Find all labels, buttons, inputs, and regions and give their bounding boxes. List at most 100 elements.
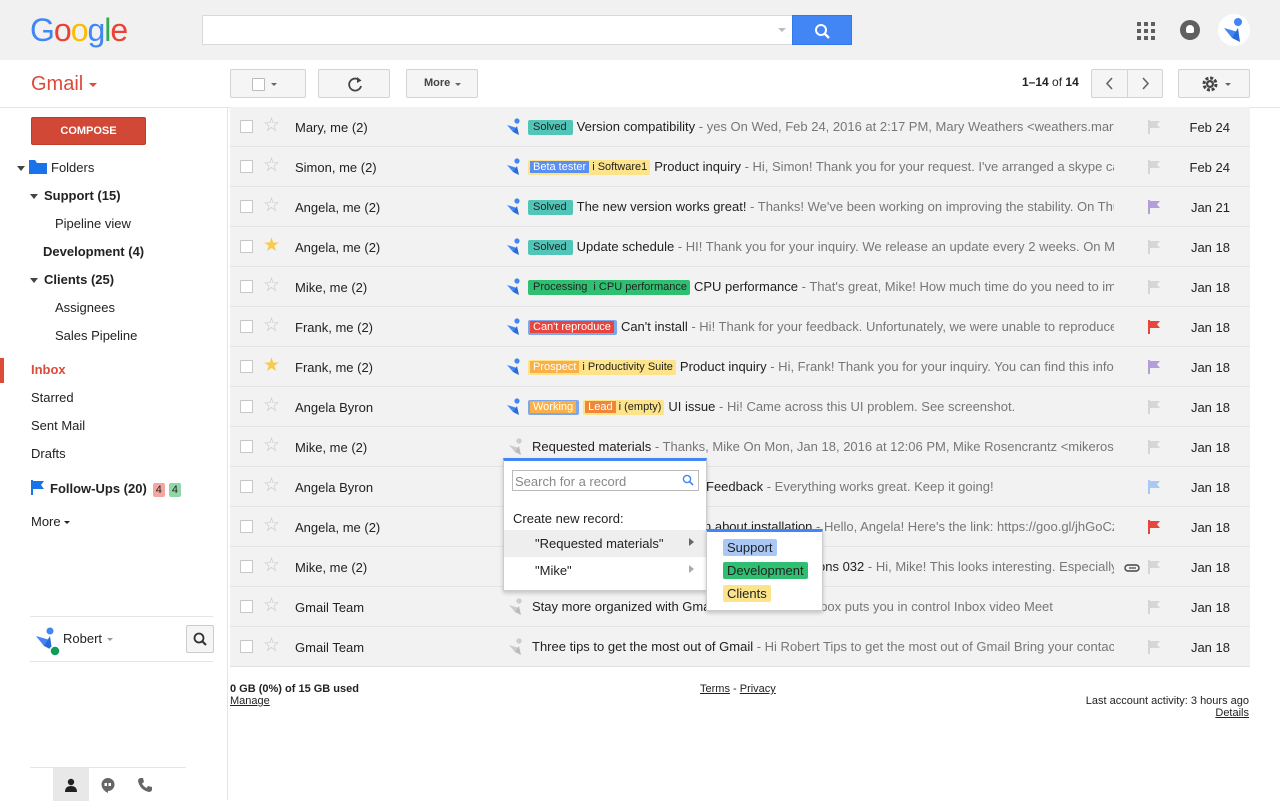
star-icon[interactable]: ☆ xyxy=(263,596,280,616)
table-row[interactable]: ☆ Angela, me (2) Solved The new version wor… xyxy=(230,187,1250,227)
sidebar-item-drafts[interactable]: Drafts xyxy=(31,446,66,461)
flag-icon[interactable] xyxy=(1148,160,1160,174)
user-menu[interactable]: Robert xyxy=(63,631,114,646)
row-checkbox[interactable] xyxy=(240,560,253,573)
flag-icon[interactable] xyxy=(1148,360,1160,374)
row-checkbox[interactable] xyxy=(240,640,253,653)
streak-app-icon[interactable] xyxy=(506,318,522,336)
sidebar-item-follow-ups[interactable]: Follow-Ups (20) 4 4 xyxy=(31,480,182,497)
privacy-link[interactable]: Privacy xyxy=(740,683,776,695)
table-row[interactable]: ☆ Gmail Team Three tips to get the most ou… xyxy=(230,627,1250,667)
flag-icon[interactable] xyxy=(1148,240,1160,254)
gmail-menu[interactable]: Gmail xyxy=(31,73,98,96)
apps-icon[interactable] xyxy=(1137,22,1155,40)
row-checkbox[interactable] xyxy=(240,280,253,293)
compose-button[interactable]: COMPOSE xyxy=(31,117,146,145)
table-row[interactable]: ☆ Simon, me (2) Beta tester i Software1 Prod… xyxy=(230,147,1250,187)
flag-icon[interactable] xyxy=(1148,200,1160,214)
manage-storage-link[interactable]: Manage xyxy=(230,695,270,707)
row-checkbox[interactable] xyxy=(240,320,253,333)
create-record-requested-materials[interactable]: "Requested materials" xyxy=(504,530,706,557)
google-logo[interactable]: Google xyxy=(30,12,128,49)
terms-link[interactable]: Terms xyxy=(700,683,730,695)
row-checkbox[interactable] xyxy=(240,120,253,133)
star-icon[interactable]: ☆ xyxy=(263,396,280,416)
row-checkbox[interactable] xyxy=(240,160,253,173)
flag-icon[interactable] xyxy=(1148,120,1160,134)
refresh-button[interactable] xyxy=(318,69,390,98)
streak-app-icon[interactable] xyxy=(508,598,524,616)
streak-app-icon[interactable] xyxy=(506,398,522,416)
streak-app-icon[interactable] xyxy=(506,358,522,376)
hangouts-tab[interactable] xyxy=(90,768,126,801)
pipeline-label[interactable]: Beta tester i Software1 xyxy=(528,160,651,175)
row-checkbox[interactable] xyxy=(240,480,253,493)
flag-icon[interactable] xyxy=(1148,520,1160,534)
pipeline-label[interactable]: Can't reproduce xyxy=(528,320,617,335)
row-checkbox[interactable] xyxy=(240,600,253,613)
flag-icon[interactable] xyxy=(1148,320,1160,334)
star-icon[interactable]: ☆ xyxy=(263,276,280,296)
search-button[interactable] xyxy=(792,15,852,45)
sidebar-item-assignees[interactable]: Assignees xyxy=(55,300,115,315)
star-icon[interactable]: ☆ xyxy=(263,116,280,136)
row-checkbox[interactable] xyxy=(240,200,253,213)
table-row[interactable]: ☆ Frank, me (2) Can't reproduce Can't insta… xyxy=(230,307,1250,347)
star-icon[interactable]: ☆ xyxy=(263,316,280,336)
pipeline-label[interactable]: Processing i CPU performance xyxy=(528,280,690,295)
star-icon[interactable]: ☆ xyxy=(263,196,280,216)
pipeline-label[interactable]: Solved xyxy=(528,200,573,215)
newer-button[interactable] xyxy=(1092,70,1128,97)
sidebar-item-development[interactable]: Development (4) xyxy=(43,244,144,259)
table-row[interactable]: ☆ Angela Byron Feedback - Everything works… xyxy=(230,467,1250,507)
row-checkbox[interactable] xyxy=(240,440,253,453)
star-icon[interactable]: ★ xyxy=(263,356,280,376)
pipeline-label[interactable]: Solved xyxy=(528,240,573,255)
submenu-option-clients[interactable]: Clients xyxy=(723,585,771,602)
pipeline-label[interactable]: Prospect i Productivity Suite xyxy=(528,360,676,375)
star-icon[interactable]: ☆ xyxy=(263,636,280,656)
sidebar-item-sales-pipeline[interactable]: Sales Pipeline xyxy=(55,328,137,343)
table-row[interactable]: ☆ Mike, me (2) Requested materials - Thank… xyxy=(230,427,1250,467)
sidebar-more[interactable]: More xyxy=(31,514,70,529)
user-avatar[interactable] xyxy=(33,626,61,657)
star-icon[interactable]: ☆ xyxy=(263,516,280,536)
create-record-mike[interactable]: "Mike" xyxy=(504,557,706,584)
star-icon[interactable]: ☆ xyxy=(263,556,280,576)
details-link[interactable]: Details xyxy=(1215,707,1249,719)
pipeline-label[interactable]: Working xyxy=(528,400,580,415)
sidebar-item-support[interactable]: Support (15) xyxy=(30,188,121,203)
search-options-caret-icon[interactable] xyxy=(778,28,786,32)
pipeline-label[interactable]: Lead i (empty) xyxy=(583,400,665,415)
sidebar-item-starred[interactable]: Starred xyxy=(31,390,74,405)
flag-icon[interactable] xyxy=(1148,440,1160,454)
streak-app-icon[interactable] xyxy=(508,638,524,656)
flag-icon[interactable] xyxy=(1148,480,1160,494)
sidebar-item-inbox[interactable]: Inbox xyxy=(31,362,66,377)
sidebar-item-folders[interactable]: Folders xyxy=(17,160,94,175)
table-row[interactable]: ★ Angela, me (2) Solved Update schedule - H… xyxy=(230,227,1250,267)
flag-icon[interactable] xyxy=(1148,600,1160,614)
sidebar-item-clients[interactable]: Clients (25) xyxy=(30,272,114,287)
table-row[interactable]: ☆ Angela Byron Working Lead i (empty) UI issu… xyxy=(230,387,1250,427)
contact-search-button[interactable] xyxy=(186,625,214,653)
row-checkbox[interactable] xyxy=(240,360,253,373)
row-checkbox[interactable] xyxy=(240,400,253,413)
row-checkbox[interactable] xyxy=(240,240,253,253)
streak-app-icon[interactable] xyxy=(506,278,522,296)
streak-app-icon[interactable] xyxy=(506,118,522,136)
table-row[interactable]: ☆ Mary, me (2) Solved Version compatibility… xyxy=(230,107,1250,147)
sidebar-item-pipeline-view[interactable]: Pipeline view xyxy=(55,216,131,231)
select-checkbox[interactable] xyxy=(252,78,265,91)
search-input[interactable] xyxy=(202,15,792,45)
streak-app-icon[interactable] xyxy=(508,438,524,456)
settings-button[interactable] xyxy=(1178,69,1250,98)
star-icon[interactable]: ★ xyxy=(263,236,280,256)
streak-app-icon[interactable] xyxy=(506,158,522,176)
flag-icon[interactable] xyxy=(1148,280,1160,294)
record-search-input[interactable]: Search for a record xyxy=(512,470,699,491)
pipeline-label[interactable]: Solved xyxy=(528,120,573,135)
submenu-option-development[interactable]: Development xyxy=(723,562,808,579)
flag-icon[interactable] xyxy=(1148,640,1160,654)
flag-icon[interactable] xyxy=(1148,560,1160,574)
